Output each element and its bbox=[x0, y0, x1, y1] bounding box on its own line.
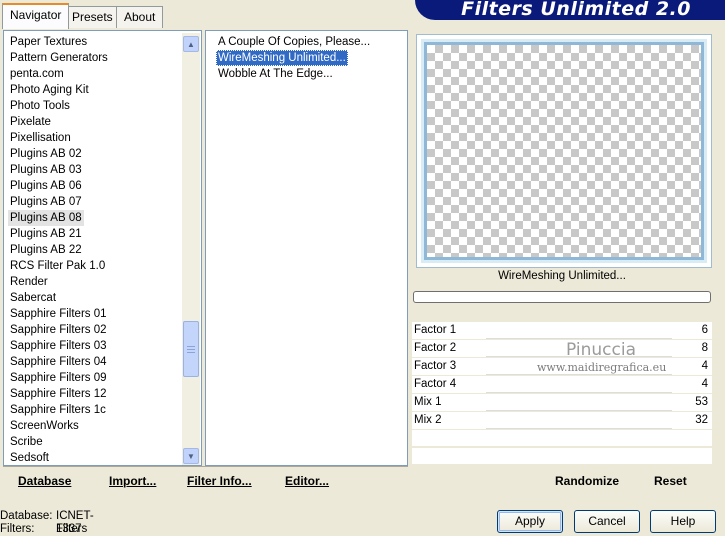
filter-info-button[interactable]: Filter Info... bbox=[187, 474, 252, 490]
category-item[interactable]: Render bbox=[10, 274, 48, 290]
tab-presets[interactable]: Presets bbox=[64, 6, 121, 28]
category-item[interactable]: ScreenWorks bbox=[10, 418, 79, 434]
param-value: 32 bbox=[695, 414, 708, 426]
chevron-up-icon: ▲ bbox=[187, 39, 195, 49]
filter-item[interactable]: WireMeshing Unlimited... bbox=[216, 50, 348, 66]
param-label: Factor 1 bbox=[414, 324, 457, 336]
param-label: Factor 4 bbox=[414, 378, 457, 390]
scroll-down-button[interactable]: ▼ bbox=[183, 448, 199, 464]
category-item[interactable]: Sapphire Filters 09 bbox=[10, 370, 107, 386]
category-item[interactable]: Plugins AB 07 bbox=[10, 194, 82, 210]
category-item[interactable]: Pixelate bbox=[10, 114, 51, 130]
chevron-down-icon: ▼ bbox=[187, 451, 195, 461]
category-item[interactable]: Plugins AB 21 bbox=[10, 226, 82, 242]
category-item[interactable]: Sapphire Filters 02 bbox=[10, 322, 107, 338]
category-item[interactable]: Sabercat bbox=[10, 290, 56, 306]
param-slider-track[interactable] bbox=[486, 410, 672, 411]
param-slider-track[interactable] bbox=[486, 428, 672, 429]
param-value: 53 bbox=[695, 396, 708, 408]
param-label: Mix 2 bbox=[414, 414, 442, 426]
category-item[interactable]: Pattern Generators bbox=[10, 50, 108, 66]
param-row[interactable]: Factor 1 6 bbox=[412, 322, 712, 339]
empty-param-row bbox=[412, 448, 712, 464]
category-item[interactable]: Sedsoft bbox=[10, 450, 49, 466]
status-filters: Filters: 1337 bbox=[0, 523, 82, 536]
divider bbox=[3, 466, 408, 467]
category-item[interactable]: RCS Filter Pak 1.0 bbox=[10, 258, 105, 274]
progress-bar bbox=[413, 291, 711, 303]
category-item[interactable]: Plugins AB 22 bbox=[10, 242, 82, 258]
category-scrollbar[interactable]: ▲ ▼ bbox=[182, 33, 200, 465]
editor-button[interactable]: Editor... bbox=[285, 474, 329, 490]
param-slider-track[interactable] bbox=[486, 374, 672, 375]
app-title: Filters Unlimited 2.0 bbox=[461, 0, 691, 20]
tab-about[interactable]: About bbox=[116, 6, 164, 28]
randomize-button[interactable]: Randomize bbox=[555, 474, 619, 490]
filter-list[interactable] bbox=[205, 30, 408, 466]
param-value: 4 bbox=[701, 360, 708, 372]
param-row[interactable]: Factor 2 8 bbox=[412, 340, 712, 357]
category-item[interactable]: Pixellisation bbox=[10, 130, 71, 146]
status-database: Database: ICNET-Filters bbox=[0, 510, 94, 535]
status-filters-value: 1337 bbox=[56, 523, 82, 535]
cancel-button[interactable]: Cancel bbox=[574, 510, 640, 533]
param-row[interactable]: Mix 2 32 bbox=[412, 412, 712, 429]
category-item[interactable]: Photo Tools bbox=[10, 98, 70, 114]
tab-navigator[interactable]: Navigator bbox=[2, 3, 70, 29]
param-value: 8 bbox=[701, 342, 708, 354]
database-button[interactable]: Database bbox=[18, 474, 71, 490]
filter-item[interactable]: Wobble At The Edge... bbox=[216, 66, 335, 82]
category-item[interactable]: penta.com bbox=[10, 66, 64, 82]
watermark-name: Pinuccia bbox=[566, 340, 636, 360]
help-button[interactable]: Help bbox=[650, 510, 716, 533]
import-button[interactable]: Import... bbox=[109, 474, 156, 490]
category-item[interactable]: Sapphire Filters 12 bbox=[10, 386, 107, 402]
scroll-up-button[interactable]: ▲ bbox=[183, 36, 199, 52]
preview-frame bbox=[416, 34, 712, 268]
param-row[interactable]: Mix 1 53 bbox=[412, 394, 712, 411]
apply-button[interactable]: Apply bbox=[497, 510, 563, 533]
title-banner: Filters Unlimited 2.0 bbox=[415, 0, 725, 20]
param-value: 4 bbox=[701, 378, 708, 390]
param-label: Factor 2 bbox=[414, 342, 457, 354]
watermark-url: www.maidiregrafica.eu bbox=[537, 361, 667, 374]
grip-icon bbox=[187, 345, 195, 353]
category-item[interactable]: Sapphire Filters 1c bbox=[10, 402, 106, 418]
param-value: 6 bbox=[701, 324, 708, 336]
category-item[interactable]: Paper Textures bbox=[10, 34, 87, 50]
filter-item[interactable]: A Couple Of Copies, Please... bbox=[216, 34, 372, 50]
empty-param-row bbox=[412, 430, 712, 446]
param-slider-track[interactable] bbox=[486, 338, 672, 339]
category-item[interactable]: Plugins AB 02 bbox=[10, 146, 82, 162]
preview-image bbox=[427, 45, 701, 257]
category-item[interactable]: Plugins AB 08 bbox=[8, 210, 84, 226]
scroll-thumb[interactable] bbox=[183, 321, 199, 377]
category-item[interactable]: Plugins AB 06 bbox=[10, 178, 82, 194]
category-item[interactable]: Sapphire Filters 04 bbox=[10, 354, 107, 370]
param-row[interactable]: Factor 4 4 bbox=[412, 376, 712, 393]
status-filters-label: Filters: bbox=[0, 523, 35, 535]
param-label: Factor 3 bbox=[414, 360, 457, 372]
category-item[interactable]: Sapphire Filters 03 bbox=[10, 338, 107, 354]
current-filter-name: WireMeshing Unlimited... bbox=[498, 270, 626, 282]
status-database-label: Database: bbox=[0, 510, 53, 522]
category-item[interactable]: Plugins AB 03 bbox=[10, 162, 82, 178]
category-item[interactable]: Sapphire Filters 01 bbox=[10, 306, 107, 322]
category-item[interactable]: Scribe bbox=[10, 434, 43, 450]
category-item[interactable]: Photo Aging Kit bbox=[10, 82, 89, 98]
reset-button[interactable]: Reset bbox=[654, 474, 687, 490]
param-slider-track[interactable] bbox=[486, 392, 672, 393]
param-label: Mix 1 bbox=[414, 396, 442, 408]
